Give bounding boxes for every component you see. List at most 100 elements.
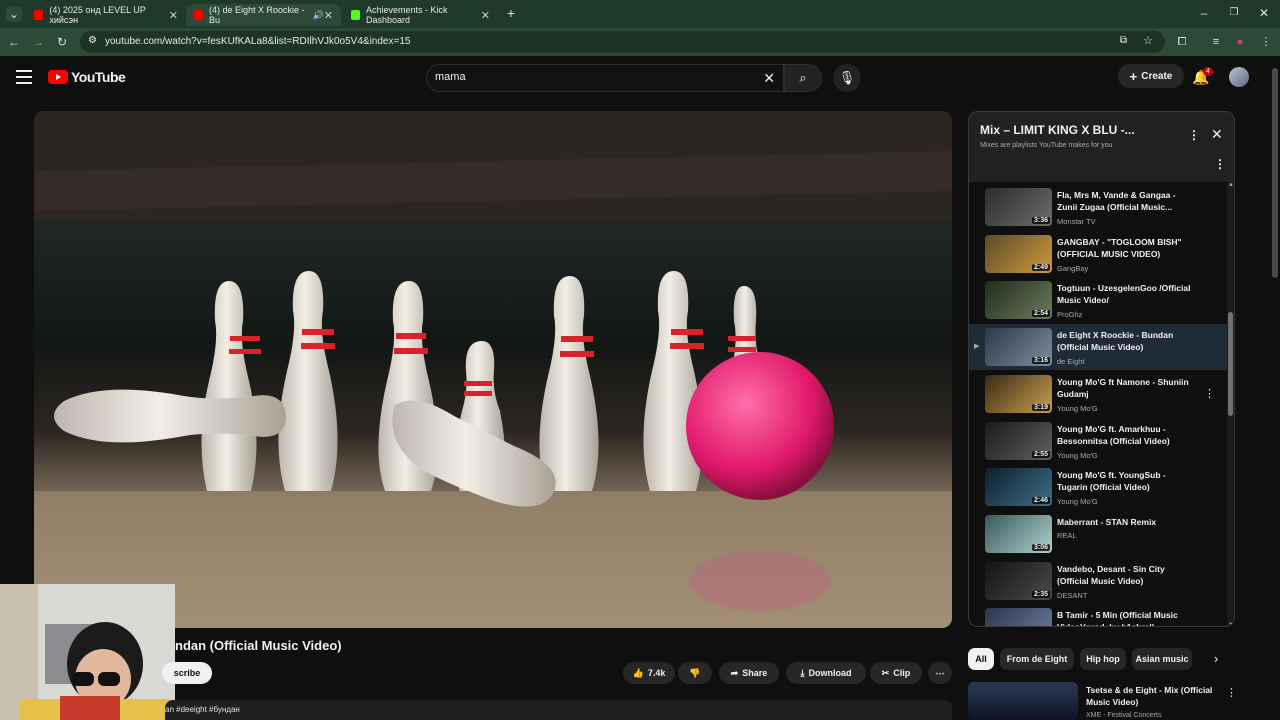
close-tab-icon[interactable]: ✕: [481, 9, 490, 22]
back-icon[interactable]: ←: [6, 34, 22, 50]
install-app-icon[interactable]: ⧉: [1120, 35, 1127, 46]
bookmark-star-icon[interactable]: ☆: [1143, 34, 1153, 47]
playlist-item-title[interactable]: Togtuun - UzesgelenGoo /Official Music V…: [1057, 282, 1197, 306]
download-button[interactable]: ⤓ Download: [786, 662, 866, 684]
mix-playlist-panel: Mix – LIMIT KING X BLU -... Mixes are pl…: [968, 111, 1235, 627]
video-player[interactable]: [34, 111, 952, 628]
playlist-thumbnail[interactable]: 2:46: [985, 468, 1052, 507]
chevron-right-icon[interactable]: ›: [1214, 651, 1218, 666]
duration-badge: 3:36: [1031, 217, 1050, 224]
playlist-item-title[interactable]: Young Mo'G ft Namone - Shuniin Gudamj: [1057, 376, 1197, 400]
search-button[interactable]: ⌕: [784, 64, 822, 92]
playlist-title[interactable]: Mix – LIMIT KING X BLU -...: [980, 123, 1135, 137]
duration-badge: 3:19: [1031, 403, 1050, 411]
playlist-item[interactable]: 2:56 B Tamir - 5 Min (Official Music Vide…: [969, 604, 1227, 626]
playlist-thumbnail[interactable]: 2:49: [985, 234, 1052, 273]
playlist-thumbnail[interactable]: 2:55: [985, 421, 1052, 460]
media-control-icon[interactable]: ≡: [1208, 34, 1224, 50]
playlist-item[interactable]: 2:35 Vandebo, Desant - Sin City (Official…: [969, 558, 1227, 604]
tab-search-icon[interactable]: ⌄: [6, 6, 22, 22]
close-window-icon[interactable]: ✕: [1256, 5, 1272, 21]
playlist-item-title[interactable]: Vandebo, Desant - Sin City (Official Mus…: [1057, 563, 1197, 587]
playlist-item[interactable]: 2:49 GANGBAY - "TOGLOOM BISH" (OFFICIAL M…: [969, 231, 1227, 277]
playlist-thumbnail[interactable]: 3:06: [985, 514, 1052, 553]
video-title: ndan (Official Music Video): [175, 638, 342, 653]
playlist-item-channel: Young Mo'G: [1057, 403, 1098, 413]
playlist-item-title[interactable]: Fla, Mrs M, Vande & Gangaa - Zunii Zugaa…: [1057, 189, 1197, 213]
playlist-item-title[interactable]: GANGBAY - "TOGLOOM BISH" (OFFICIAL MUSIC…: [1057, 236, 1197, 260]
like-button[interactable]: 👍 7.4k: [623, 662, 675, 684]
playlist-options-icon[interactable]: ⋮: [1214, 157, 1226, 171]
audio-playing-icon[interactable]: 🔊: [313, 10, 324, 21]
playlist-thumbnail[interactable]: 2:56: [985, 608, 1052, 626]
subscribe-button[interactable]: scribe: [162, 662, 212, 684]
playlist-item[interactable]: 2:54 Togtuun - UzesgelenGoo /Official Mus…: [969, 277, 1227, 323]
voice-search-button[interactable]: 🎙: [833, 64, 861, 92]
playlist-item-title[interactable]: Young Mo'G ft. YoungSub - Tugarin (Offic…: [1057, 469, 1197, 493]
filter-chips: All From de Eight Hip hop Asian music ›: [968, 648, 1230, 672]
search-input[interactable]: mama ✕: [426, 64, 784, 92]
page-scrollbar-thumb[interactable]: [1272, 68, 1278, 278]
browser-menu-icon[interactable]: ⋮: [1258, 34, 1274, 50]
close-tab-icon[interactable]: ✕: [324, 9, 333, 22]
site-info-icon[interactable]: ⚙: [88, 35, 97, 46]
browser-tab-3[interactable]: Achievements - Kick Dashboard ✕: [343, 4, 498, 26]
scroll-up-icon[interactable]: ▲: [1228, 182, 1234, 188]
dislike-button[interactable]: 👎: [678, 662, 712, 684]
description-hashtags: an #deeight #бундан: [165, 705, 240, 714]
clip-label: Clip: [893, 668, 911, 678]
avatar[interactable]: [1229, 67, 1249, 87]
extensions-icon[interactable]: ⧠: [1174, 34, 1190, 50]
chip-hip-hop[interactable]: Hip hop: [1080, 648, 1126, 670]
playlist-item[interactable]: 2:46 Young Mo'G ft. YoungSub - Tugarin (O…: [969, 464, 1227, 510]
create-button[interactable]: + Create: [1118, 64, 1184, 88]
playlist-item[interactable]: 2:55 Young Mo'G ft. Amarkhuu - Bessonnits…: [969, 418, 1227, 464]
playlist-thumbnail[interactable]: 3:19: [985, 374, 1052, 413]
recommended-title[interactable]: Tsetse & de Eight - Mix (Official Music …: [1086, 684, 1226, 708]
recommended-thumbnail[interactable]: [968, 682, 1078, 720]
menu-icon[interactable]: [16, 70, 32, 84]
recommended-channel[interactable]: XME - Festival Concerts: [1086, 712, 1161, 719]
chip-all[interactable]: All: [968, 648, 994, 670]
playlist-item[interactable]: 3:06 Maberrant - STAN Remix REAL: [969, 511, 1227, 557]
new-tab-icon[interactable]: +: [503, 5, 519, 21]
playlist-scrollbar[interactable]: ▲ ▼: [1227, 182, 1234, 626]
reload-icon[interactable]: ↻: [54, 34, 70, 50]
page-scrollbar[interactable]: [1270, 60, 1280, 720]
more-actions-button[interactable]: ⋯: [928, 662, 952, 684]
recommended-more-icon[interactable]: ⋮: [1226, 686, 1237, 699]
playlist-thumbnail[interactable]: 2:35: [985, 561, 1052, 600]
playlist-item-title[interactable]: B Tamir - 5 Min (Official Music Video)(p…: [1057, 609, 1197, 626]
playlist-item-menu-icon[interactable]: ⋮: [1204, 387, 1215, 400]
restore-window-icon[interactable]: ❐: [1226, 5, 1242, 21]
close-playlist-icon[interactable]: ✕: [1211, 126, 1223, 143]
youtube-logo[interactable]: YouTube: [48, 69, 126, 85]
now-playing-icon: ▶: [974, 343, 980, 351]
playlist-item[interactable]: ▶ 3:16 de Eight X Roockie - Bundan (Offici…: [969, 324, 1227, 371]
address-bar[interactable]: ⚙ youtube.com/watch?v=fesKUfKALa8&list=R…: [80, 31, 1165, 53]
playlist-thumbnail[interactable]: 3:16: [985, 328, 1052, 367]
chip-asian-music[interactable]: Asian music: [1132, 648, 1192, 670]
forward-icon[interactable]: →: [30, 34, 46, 50]
playlist-item[interactable]: 3:36 Fla, Mrs M, Vande & Gangaa - Zunii Z…: [969, 184, 1227, 230]
playlist-thumbnail[interactable]: 2:54: [985, 281, 1052, 320]
playlist-item-title[interactable]: Young Mo'G ft. Amarkhuu - Bessonnitsa (O…: [1057, 423, 1197, 447]
chip-from-de-eight[interactable]: From de Eight: [1000, 648, 1074, 670]
profile-icon[interactable]: ●: [1232, 34, 1248, 50]
scroll-down-icon[interactable]: ▼: [1228, 622, 1234, 626]
playlist-item-title[interactable]: de Eight X Roockie - Bundan (Official Mu…: [1057, 329, 1197, 353]
minimize-window-icon[interactable]: –: [1196, 5, 1212, 21]
clear-search-icon[interactable]: ✕: [763, 70, 775, 87]
close-tab-icon[interactable]: ✕: [169, 9, 178, 22]
scrollbar-thumb[interactable]: [1228, 312, 1233, 416]
playlist-thumbnail[interactable]: 3:36: [985, 188, 1052, 226]
browser-tab-1[interactable]: (4) 2025 онд LEVEL UP хийсэн ✕: [26, 4, 186, 26]
description-box[interactable]: an #deeight #бундан: [165, 700, 952, 720]
share-button[interactable]: ➦ Share: [719, 662, 779, 684]
clip-button[interactable]: ✂ Clip: [870, 662, 922, 684]
playlist-item[interactable]: 3:19 Young Mo'G ft Namone - Shuniin Gudam…: [969, 371, 1227, 417]
playlist-item-title[interactable]: Maberrant - STAN Remix: [1057, 516, 1197, 528]
recommended-video[interactable]: Tsetse & de Eight - Mix (Official Music …: [968, 682, 1238, 720]
playlist-menu-icon[interactable]: ⋮: [1188, 128, 1200, 142]
browser-tab-2[interactable]: (4) de Eight X Roockie - Bu 🔊 ✕: [186, 4, 341, 26]
